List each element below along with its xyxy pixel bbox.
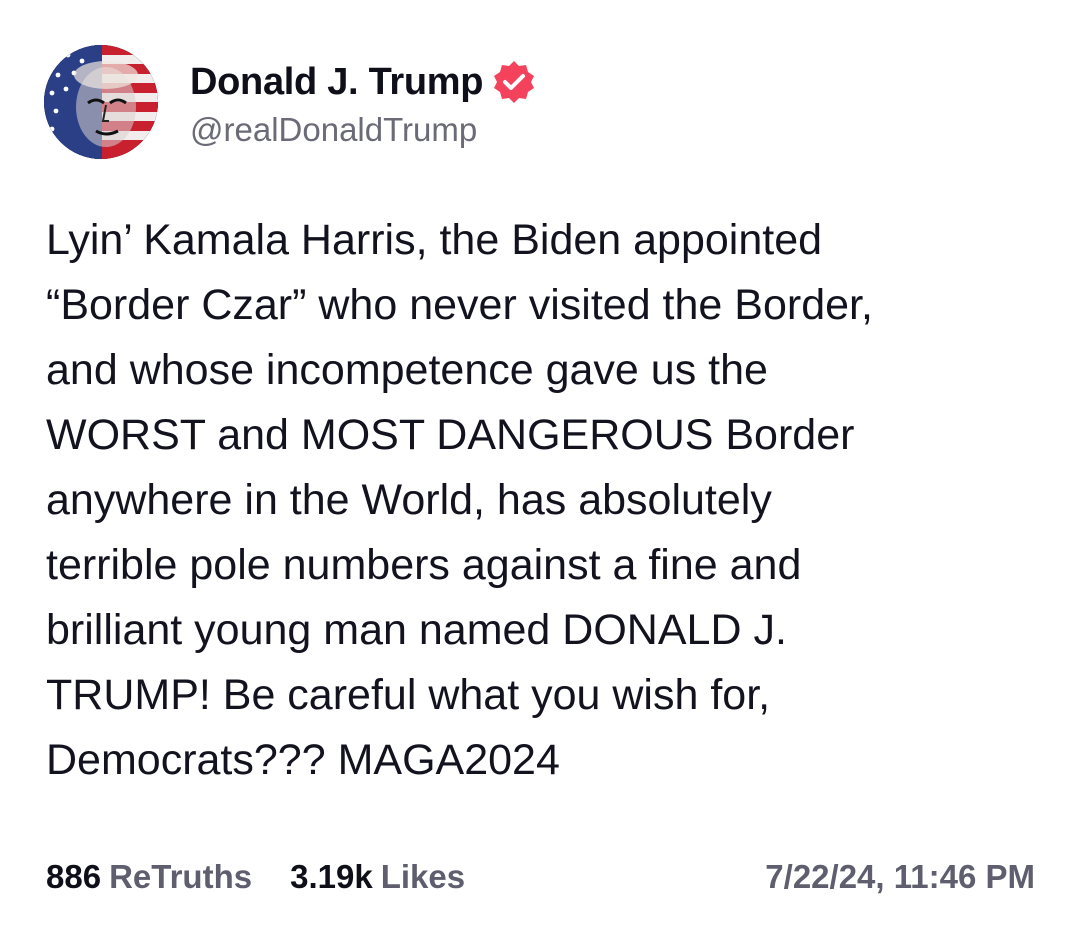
likes-count: 3.19k [290,858,373,895]
avatar[interactable] [44,45,158,159]
truth-post: Donald J. Trump @realDonaldTrump Lyin’ K… [0,0,1081,950]
post-header: Donald J. Trump @realDonaldTrump [44,44,537,160]
name-row: Donald J. Trump [190,55,537,109]
display-name[interactable]: Donald J. Trump [190,61,484,104]
retruths-count: 886 [46,858,102,895]
post-footer: 886 ReTruths 3.19k Likes 7/22/24, 11:46 … [46,852,1035,902]
retruths-stat[interactable]: 886 ReTruths [46,858,252,896]
post-timestamp[interactable]: 7/22/24, 11:46 PM [765,858,1035,896]
likes-label: Likes [380,858,466,895]
retruths-label: ReTruths [109,858,253,895]
verified-badge-icon [491,59,537,105]
handle[interactable]: @realDonaldTrump [190,111,537,149]
flag-portrait-avatar-icon [44,45,158,159]
likes-stat[interactable]: 3.19k Likes [290,858,465,896]
author-identity: Donald J. Trump @realDonaldTrump [190,55,537,149]
post-text: Lyin’ Kamala Harris, the Biden appointed… [46,216,873,784]
